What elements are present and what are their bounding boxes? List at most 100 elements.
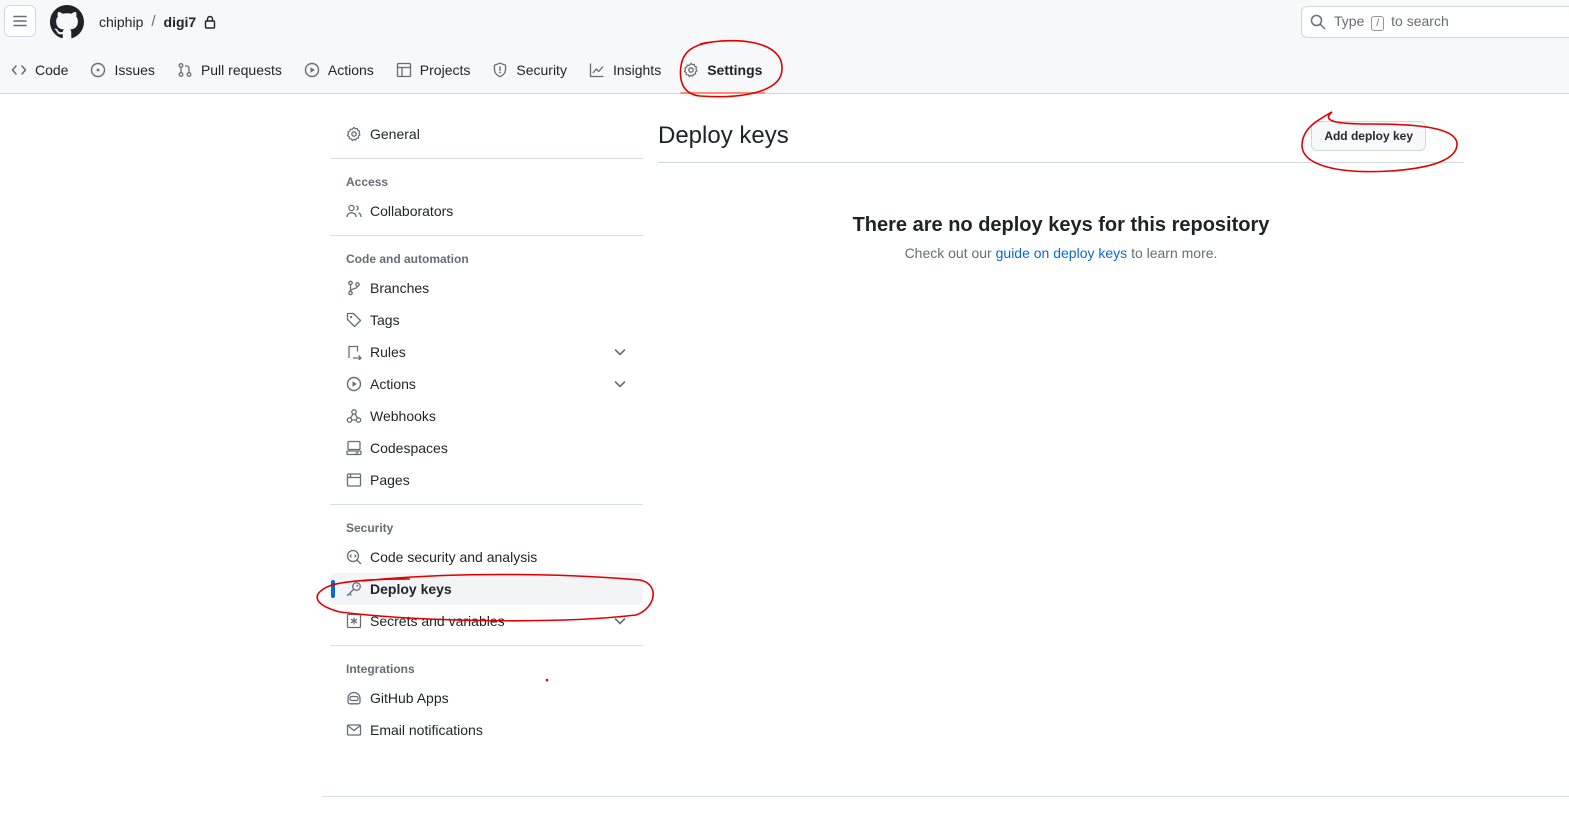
sidebar-divider — [330, 504, 643, 505]
git-branch-icon — [348, 280, 360, 296]
gear-icon — [684, 62, 698, 78]
repo-push-icon — [348, 345, 362, 360]
breadcrumb: chiphip / digi7 — [99, 13, 216, 30]
sidebar-item-email-notifications[interactable]: Email notifications — [330, 714, 643, 746]
issue-opened-icon — [91, 62, 106, 78]
sidebar-item-label: General — [370, 126, 420, 142]
blankslate-title: There are no deploy keys for this reposi… — [852, 214, 1270, 236]
deploy-keys-guide-link[interactable]: guide on deploy keys — [996, 245, 1128, 261]
gear-icon — [346, 126, 361, 142]
sidebar-item-actions[interactable]: Actions — [330, 368, 643, 400]
tab-settings[interactable]: Settings — [672, 54, 773, 94]
tab-actions[interactable]: Actions — [293, 54, 385, 86]
blankslate: There are no deploy keys for this reposi… — [658, 214, 1464, 261]
sidebar-item-code-security[interactable]: Code security and analysis — [330, 541, 643, 573]
chevron-down-icon[interactable] — [613, 345, 627, 359]
sidebar-item-label: Deploy keys — [370, 581, 452, 597]
sidebar-item-label: Tags — [370, 312, 400, 328]
sidebar-item-label: Actions — [370, 376, 416, 392]
tab-settings-label: Settings — [707, 62, 763, 78]
tab-pull-requests[interactable]: Pull requests — [166, 54, 293, 86]
global-header: chiphip / digi7 Type / to search Code Is… — [0, 0, 1569, 94]
sidebar-divider — [330, 645, 643, 646]
people-icon — [346, 204, 362, 218]
tab-security[interactable]: Security — [481, 54, 578, 86]
lock-icon — [205, 15, 216, 29]
play-icon — [304, 62, 320, 78]
sidebar-divider — [330, 235, 643, 236]
code-icon — [11, 65, 27, 75]
tab-issues[interactable]: Issues — [79, 54, 165, 86]
footer-divider — [322, 796, 1569, 797]
blankslate-text: to learn more. — [1131, 245, 1218, 261]
chevron-down-icon[interactable] — [613, 614, 627, 628]
tab-issues-label: Issues — [114, 62, 155, 78]
mail-icon — [346, 724, 362, 736]
page-title: Deploy keys — [658, 122, 789, 149]
tag-icon — [346, 312, 362, 328]
repo-link[interactable]: digi7 — [164, 14, 197, 30]
git-pull-request-icon — [178, 63, 192, 77]
sidebar-item-codespaces[interactable]: Codespaces — [330, 432, 643, 464]
asterisk-icon — [346, 613, 362, 629]
search-input[interactable]: Type / to search — [1301, 6, 1569, 38]
sidebar-item-webhooks[interactable]: Webhooks — [330, 400, 643, 432]
sidebar-item-collaborators[interactable]: Collaborators — [330, 195, 643, 227]
tab-pull-requests-label: Pull requests — [200, 62, 282, 78]
chevron-down-icon[interactable] — [613, 377, 627, 391]
tab-insights-label: Insights — [612, 62, 662, 78]
sidebar-item-rules[interactable]: Rules — [330, 336, 643, 368]
codescan-icon — [346, 549, 362, 565]
breadcrumb-separator: / — [151, 13, 156, 30]
github-logo-icon[interactable] — [50, 5, 84, 39]
sidebar-item-label: Pages — [370, 472, 410, 488]
sidebar-item-pages[interactable]: Pages — [330, 464, 643, 496]
sidebar-item-secrets[interactable]: Secrets and variables — [330, 605, 643, 637]
tab-projects-label: Projects — [419, 62, 471, 78]
sidebar-item-label: Collaborators — [370, 203, 454, 219]
sidebar-item-branches[interactable]: Branches — [330, 272, 643, 304]
browser-icon — [346, 473, 362, 487]
settings-sidebar: General Access Collaborators Code and au… — [330, 118, 643, 746]
search-placeholder: Type / to search — [1334, 13, 1449, 31]
add-deploy-key-button[interactable]: Add deploy key — [1311, 121, 1426, 151]
sidebar-item-label: GitHub Apps — [370, 690, 449, 706]
tab-security-label: Security — [516, 62, 567, 78]
sidebar-item-general[interactable]: General — [330, 118, 643, 150]
sidebar-item-deploy-keys[interactable]: Deploy keys — [330, 573, 643, 605]
play-icon — [346, 376, 362, 392]
sidebar-item-tags[interactable]: Tags — [330, 304, 643, 336]
hamburger-menu-button[interactable] — [4, 5, 36, 37]
menu-icon — [13, 15, 27, 27]
tab-code-label: Code — [35, 62, 69, 78]
slash-key-hint: / — [1371, 16, 1385, 31]
sidebar-item-label: Branches — [370, 280, 430, 296]
key-icon — [346, 582, 361, 597]
tab-projects[interactable]: Projects — [385, 54, 482, 86]
blankslate-description: Check out our guide on deploy keys to le… — [658, 245, 1464, 261]
main-content: Deploy keys Add deploy key There are no … — [658, 118, 1464, 261]
repo-tabs: Code Issues Pull requests Actions Projec… — [0, 54, 773, 94]
tab-code[interactable]: Code — [0, 54, 79, 86]
shield-icon — [494, 62, 507, 78]
sidebar-item-github-apps[interactable]: GitHub Apps — [330, 682, 643, 714]
sidebar-item-label: Secrets and variables — [370, 613, 505, 629]
sidebar-divider — [330, 158, 643, 159]
search-icon — [1310, 14, 1326, 30]
blankslate-text: Check out our — [904, 245, 992, 261]
sidebar-heading-access: Access — [346, 175, 389, 189]
owner-link[interactable]: chiphip — [99, 14, 143, 30]
sidebar-item-label: Code security and analysis — [370, 549, 538, 565]
table-icon — [396, 62, 411, 78]
graph-icon — [589, 63, 604, 78]
tab-insights[interactable]: Insights — [578, 54, 672, 86]
tab-actions-label: Actions — [327, 62, 374, 78]
codespaces-icon — [346, 440, 362, 456]
sidebar-item-label: Rules — [370, 344, 406, 360]
sidebar-item-label: Codespaces — [370, 440, 448, 456]
sidebar-heading-integrations: Integrations — [346, 662, 415, 676]
sidebar-heading-security: Security — [346, 521, 394, 535]
webhook-icon — [346, 409, 362, 423]
sidebar-item-label: Email notifications — [370, 722, 483, 738]
sidebar-heading-code-automation: Code and automation — [346, 252, 469, 266]
